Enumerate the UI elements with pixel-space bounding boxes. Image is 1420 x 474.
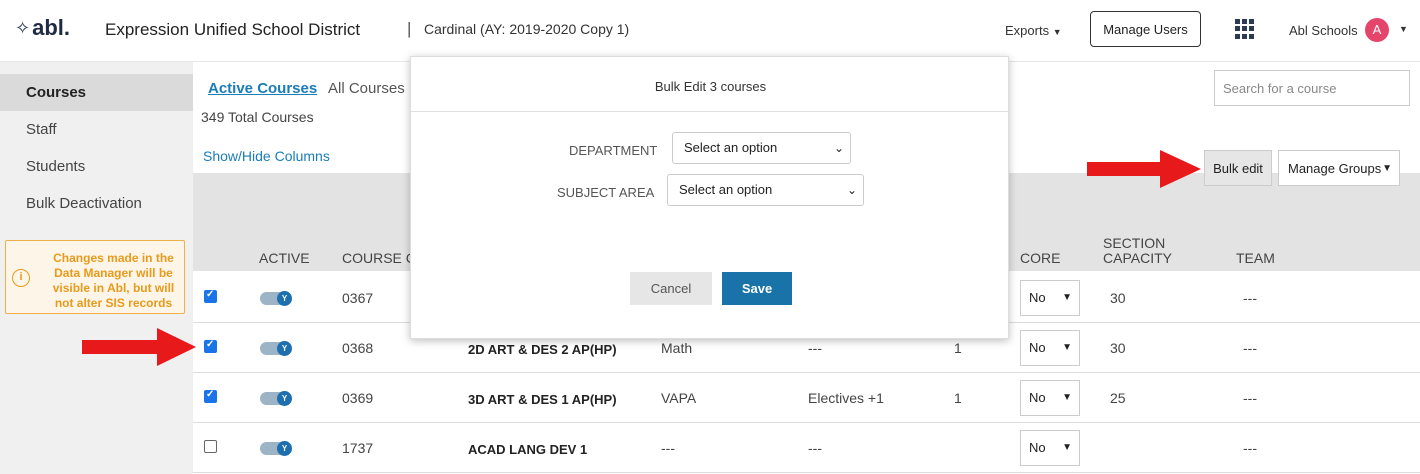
team: ---	[1243, 290, 1257, 306]
section-capacity: 25	[1110, 390, 1126, 406]
modal-title: Bulk Edit 3 courses	[654, 79, 767, 94]
logo-mark-icon: ✧	[15, 17, 31, 38]
department: ---	[808, 340, 822, 356]
course-code: 1737	[342, 440, 374, 456]
tab-active-courses[interactable]: Active Courses	[208, 80, 317, 97]
section-capacity: 30	[1110, 290, 1126, 306]
logo-text: abl.	[32, 15, 70, 40]
tab-all-courses[interactable]: All Courses	[328, 80, 405, 97]
chevron-down-icon: ⌄	[846, 183, 857, 197]
column-active: ACTIVE	[259, 250, 310, 266]
course-name: 2D ART & DES 2 AP(HP)	[468, 342, 617, 357]
course-name: ACAD LANG DEV 1	[468, 442, 588, 457]
subject-area: Math	[661, 340, 693, 356]
team: ---	[1243, 340, 1257, 356]
core-caret-icon: ▼	[1062, 442, 1072, 453]
exports-menu[interactable]: Exports ▼	[1005, 23, 1062, 38]
avatar[interactable]: A	[1365, 18, 1389, 42]
team: ---	[1243, 390, 1257, 406]
core-select[interactable]: No ▼	[1020, 280, 1080, 316]
sidebar-item-courses[interactable]: Courses	[0, 74, 193, 111]
manage-groups-caret-icon: ▼	[1382, 163, 1392, 174]
count: 1	[954, 390, 962, 406]
core-select[interactable]: No ▼	[1020, 380, 1080, 416]
row-checkbox[interactable]	[204, 389, 217, 403]
apps-grid-icon[interactable]	[1235, 19, 1255, 39]
team: ---	[1243, 440, 1257, 456]
sis-notice: i Changes made in the Data Manager will …	[5, 240, 185, 314]
active-toggle[interactable]	[260, 441, 292, 456]
core-caret-icon: ▼	[1062, 342, 1072, 353]
sidebar-item-students[interactable]: Students	[0, 148, 193, 185]
core-select[interactable]: No ▼	[1020, 430, 1080, 466]
column-core: CORE	[1020, 250, 1061, 266]
department: ---	[808, 440, 822, 456]
row-checkbox[interactable]	[204, 339, 217, 353]
section-capacity: 30	[1110, 340, 1126, 356]
manage-groups-button[interactable]: Manage Groups ▼	[1278, 150, 1400, 186]
logo[interactable]: ✧ abl.	[15, 15, 70, 41]
core-caret-icon: ▼	[1062, 392, 1072, 403]
course-code: 0367	[342, 290, 374, 306]
save-button[interactable]: Save	[722, 272, 792, 305]
account-caret-icon[interactable]: ▼	[1399, 24, 1408, 34]
notice-text: Changes made in the Data Manager will be…	[52, 251, 175, 310]
table-row: 1737 ACAD LANG DEV 1 --- --- No▼ ---	[193, 423, 1420, 473]
subject-area: ---	[661, 440, 675, 456]
sidebar-item-staff[interactable]: Staff	[0, 111, 193, 148]
row-checkbox[interactable]	[204, 289, 217, 303]
modal-divider	[411, 111, 1010, 112]
course-code: 0368	[342, 340, 374, 356]
active-toggle[interactable]	[260, 291, 292, 306]
top-header: ✧ abl. Expression Unified School Distric…	[0, 0, 1420, 62]
subject-area-label: SUBJECT AREA	[557, 185, 655, 200]
course-name: 3D ART & DES 1 AP(HP)	[468, 392, 617, 407]
annotation-arrow-icon	[82, 328, 196, 366]
department-select[interactable]: Select an option ⌄	[672, 132, 851, 164]
exports-label: Exports	[1005, 23, 1050, 38]
show-hide-columns-link[interactable]: Show/Hide Columns	[203, 148, 330, 164]
info-icon: i	[12, 269, 30, 287]
exports-caret-icon: ▼	[1052, 27, 1062, 37]
course-code: 0369	[342, 390, 374, 406]
total-courses: 349 Total Courses	[201, 109, 314, 125]
active-toggle[interactable]	[260, 391, 292, 406]
core-select[interactable]: No ▼	[1020, 330, 1080, 366]
bulk-edit-button[interactable]: Bulk edit	[1204, 150, 1272, 186]
count: 1	[954, 340, 962, 356]
department: Electives +1	[808, 390, 884, 406]
column-course-code: COURSE C	[342, 250, 416, 266]
sidebar-item-bulk-deactivation[interactable]: Bulk Deactivation	[0, 185, 193, 222]
bulk-edit-modal: Bulk Edit 3 courses DEPARTMENT Select an…	[410, 56, 1010, 339]
manage-groups-label: Manage Groups	[1288, 160, 1382, 176]
manage-users-button[interactable]: Manage Users	[1090, 11, 1201, 47]
table-row: 0369 3D ART & DES 1 AP(HP) VAPA Elective…	[193, 373, 1420, 423]
row-checkbox[interactable]	[204, 440, 217, 453]
annotation-arrow-icon	[1087, 150, 1201, 188]
department-label: DEPARTMENT	[569, 143, 658, 158]
header-separator: |	[407, 19, 412, 38]
sidebar: Courses Staff Students Bulk Deactivation…	[0, 62, 193, 474]
column-section-capacity-line2: CAPACITY	[1103, 250, 1172, 266]
context-label: Cardinal (AY: 2019-2020 Copy 1)	[424, 21, 630, 37]
district-name: Expression Unified School District	[105, 20, 361, 39]
column-team: TEAM	[1236, 250, 1275, 266]
chevron-down-icon: ⌄	[833, 141, 844, 155]
subject-area-select[interactable]: Select an option ⌄	[667, 174, 864, 206]
column-section-capacity-line1: SECTION	[1103, 235, 1166, 251]
active-toggle[interactable]	[260, 341, 292, 356]
course-search-input[interactable]	[1214, 70, 1410, 106]
subject-area: VAPA	[661, 390, 697, 406]
cancel-button[interactable]: Cancel	[630, 272, 712, 305]
core-caret-icon: ▼	[1062, 292, 1072, 303]
account-name[interactable]: Abl Schools	[1289, 23, 1358, 38]
